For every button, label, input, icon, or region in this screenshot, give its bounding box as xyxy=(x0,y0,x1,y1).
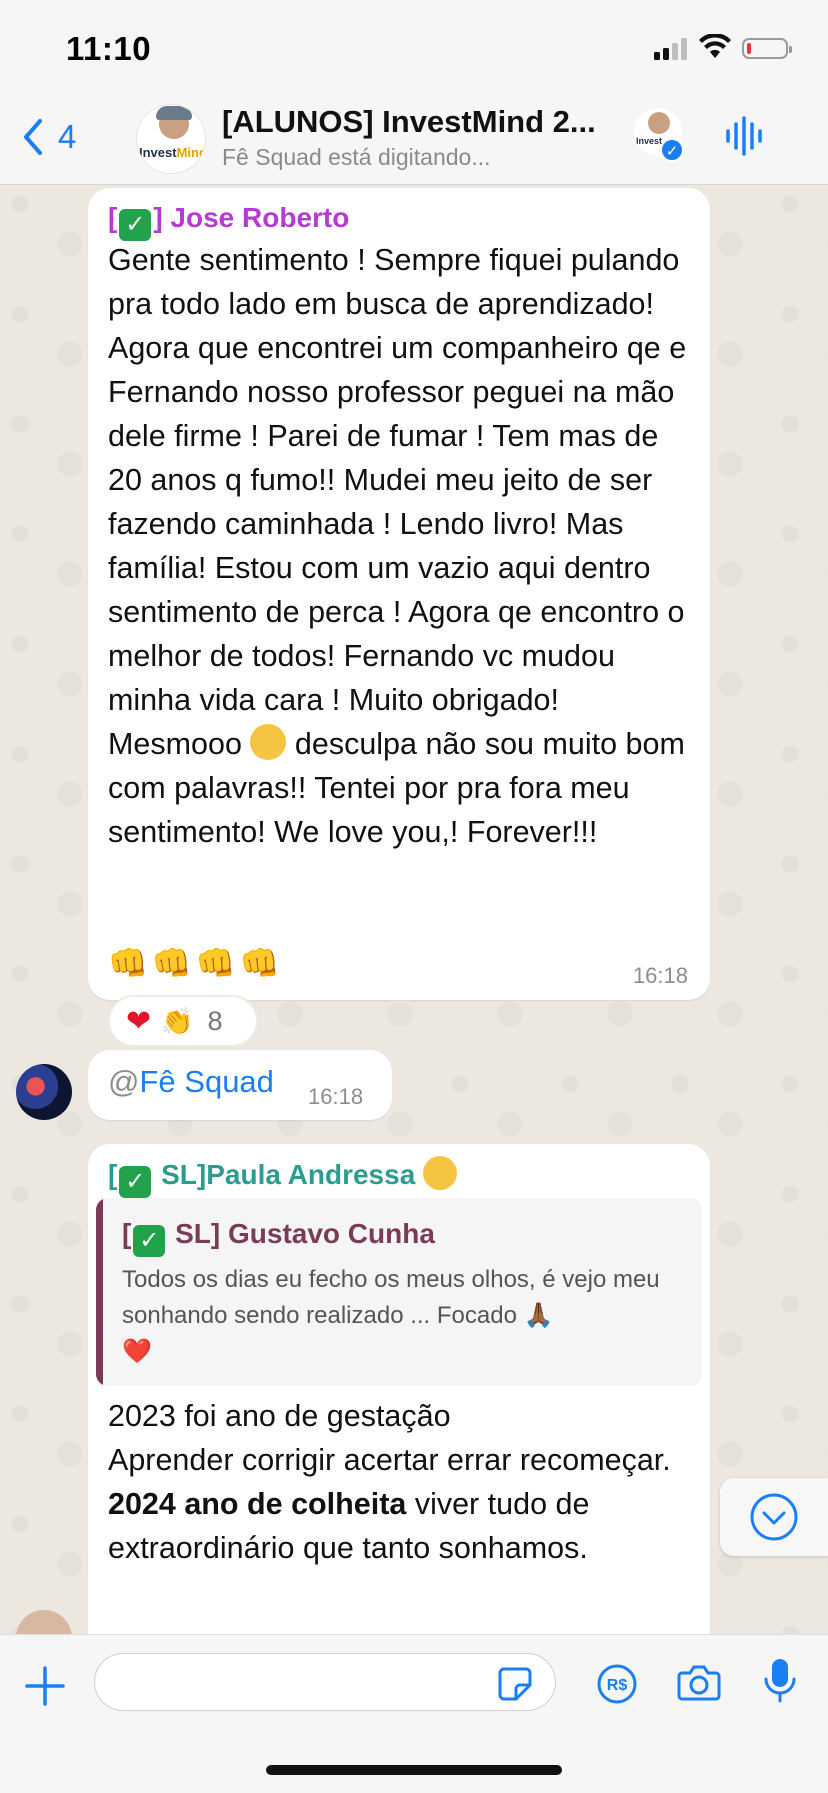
quoted-text: Todos os dias eu fecho os meus olhos, é … xyxy=(122,1266,660,1365)
group-avatar-logo: InvestMind xyxy=(139,145,206,160)
quoted-message[interactable]: [✓ SL] Gustavo Cunha Todos os dias eu fe… xyxy=(96,1198,702,1386)
group-avatar[interactable]: InvestMind xyxy=(136,104,206,174)
svg-text:R$: R$ xyxy=(607,1677,628,1694)
typing-status: Fê Squad está digitando... xyxy=(222,144,491,170)
scroll-down-button[interactable] xyxy=(720,1478,828,1556)
camera-icon[interactable] xyxy=(676,1663,722,1703)
sticker-icon[interactable] xyxy=(496,1665,532,1701)
unread-count: 4 xyxy=(58,118,77,155)
status-time: 11:10 xyxy=(66,30,152,67)
message-time: 16:18 xyxy=(308,1084,364,1109)
reaction-bar[interactable]: ❤ 👏 8 xyxy=(108,995,258,1047)
pleading-face-emoji-icon xyxy=(250,724,287,760)
back-button[interactable]: 4 xyxy=(22,118,76,156)
verified-check-icon: ✓ xyxy=(660,138,684,162)
wifi-icon xyxy=(699,34,731,58)
battery-icon xyxy=(742,38,792,59)
heart-reaction-icon: ❤ xyxy=(126,1004,152,1038)
check-mark-icon: ✓ xyxy=(133,1225,166,1257)
chevron-down-circle-icon xyxy=(750,1493,798,1541)
sender-avatar[interactable] xyxy=(16,1064,72,1120)
home-indicator xyxy=(266,1765,562,1775)
message-bubble[interactable]: @Fê Squad 16:18 xyxy=(88,1050,392,1120)
chevron-left-icon xyxy=(24,119,42,155)
fist-emojis: 👊👊👊👊 xyxy=(108,945,284,981)
message-input[interactable] xyxy=(94,1653,556,1711)
plus-icon[interactable] xyxy=(24,1665,66,1707)
quoted-sender: [✓ SL] Gustavo Cunha xyxy=(122,1218,435,1257)
microphone-icon[interactable] xyxy=(762,1657,798,1705)
status-bar: 11:10 xyxy=(0,0,828,90)
message-time: 16:18 xyxy=(632,963,688,988)
message-sender[interactable]: [✓] Jose Roberto xyxy=(108,202,349,241)
check-mark-icon: ✓ xyxy=(119,209,152,241)
input-bar: R$ xyxy=(0,1634,828,1793)
mention-text[interactable]: @Fê Squad xyxy=(108,1064,274,1100)
cellular-signal-icon xyxy=(654,38,687,60)
clapping-reaction-icon: 👏 xyxy=(161,1005,194,1036)
payment-real-icon[interactable]: R$ xyxy=(596,1663,638,1705)
quote-bar xyxy=(96,1198,103,1386)
kiss-face-emoji-icon xyxy=(423,1156,458,1190)
message-bubble[interactable]: [✓] Jose Roberto Gente sentimento ! Semp… xyxy=(88,188,710,1000)
voice-chat-icon[interactable] xyxy=(724,116,764,156)
message-text: 2023 foi ano de gestação Aprender corrig… xyxy=(108,1399,671,1565)
check-mark-icon: ✓ xyxy=(119,1166,152,1198)
message-text: Gente sentimento ! Sempre fiquei pulando… xyxy=(108,243,687,849)
message-sender[interactable]: [✓ SL]Paula Andressa xyxy=(108,1156,458,1198)
reaction-count: 8 xyxy=(207,1005,223,1036)
group-title[interactable]: [ALUNOS] InvestMind 2... xyxy=(222,104,612,140)
message-bubble[interactable]: [✓ SL]Paula Andressa [✓ SL] Gustavo Cunh… xyxy=(88,1144,710,1664)
chat-header: 4 InvestMind [ALUNOS] InvestMind 2... Fê… xyxy=(0,90,828,185)
